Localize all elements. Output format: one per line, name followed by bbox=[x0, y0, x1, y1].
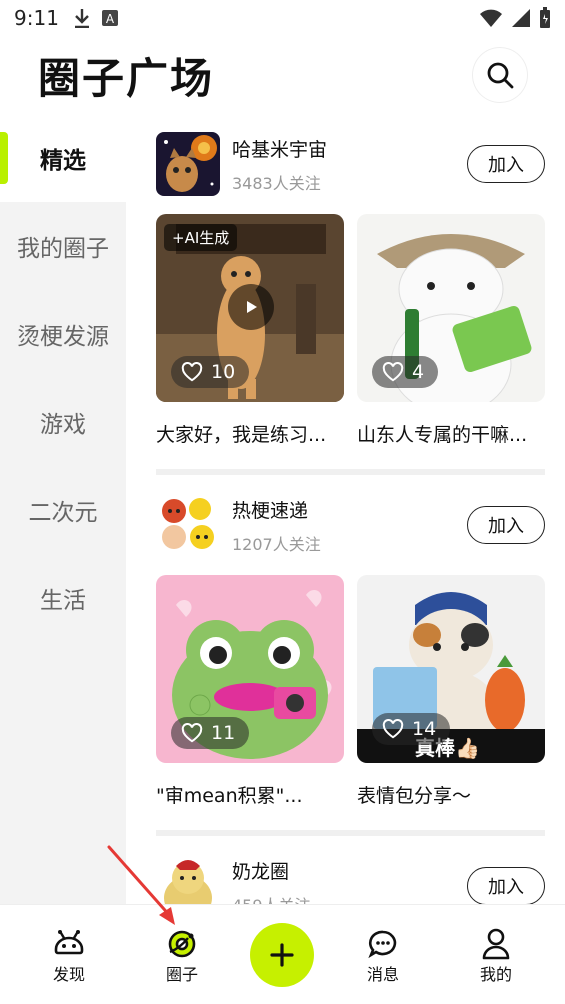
like-count-badge[interactable]: 11 bbox=[171, 717, 250, 749]
circle-followers: 3483人关注 bbox=[232, 173, 321, 193]
sidebar-item-featured[interactable]: 精选 bbox=[0, 114, 126, 202]
wifi-icon bbox=[480, 9, 502, 27]
post-card[interactable]: 真棒👍🏻 14 表情包分享～ bbox=[357, 575, 545, 808]
sidebar-item-acg[interactable]: 二次元 bbox=[0, 466, 126, 554]
nav-discover[interactable]: 发现 bbox=[29, 927, 109, 985]
nav-profile[interactable]: 我的 bbox=[456, 927, 536, 985]
post-thumbnail[interactable]: +AI生成 10 bbox=[156, 214, 344, 402]
join-button[interactable]: 加入 bbox=[467, 867, 545, 904]
circle-followers: 1207人关注 bbox=[232, 534, 321, 554]
circle-name: 哈基米宇宙 bbox=[232, 138, 328, 161]
nav-messages[interactable]: 消息 bbox=[343, 927, 423, 985]
sidebar-item-label: 烫梗发源 bbox=[17, 324, 109, 350]
like-count: 11 bbox=[211, 722, 236, 744]
signal-icon bbox=[512, 9, 530, 27]
status-bar: 9:11 A bbox=[0, 0, 565, 36]
circle-avatar bbox=[156, 493, 220, 557]
circle-avatar bbox=[156, 854, 220, 904]
heart-icon bbox=[181, 723, 203, 743]
post-thumbnail[interactable]: 11 bbox=[156, 575, 344, 763]
circle-name: 奶龙圈 bbox=[232, 860, 290, 883]
like-count: 4 bbox=[412, 361, 425, 383]
battery-icon bbox=[540, 7, 550, 28]
like-count-badge[interactable]: 10 bbox=[171, 356, 250, 388]
download-icon bbox=[74, 9, 89, 28]
nav-label: 消息 bbox=[366, 965, 399, 984]
circle-header[interactable]: 热梗速递 1207人关注 加入 bbox=[156, 475, 545, 575]
like-count-badge[interactable]: 4 bbox=[372, 356, 439, 388]
ai-generated-tag: +AI生成 bbox=[164, 224, 238, 251]
sidebar-item-games[interactable]: 游戏 bbox=[0, 378, 126, 466]
sidebar-item-life[interactable]: 生活 bbox=[0, 554, 126, 642]
heart-icon bbox=[382, 719, 404, 739]
sidebar-item-label: 精选 bbox=[40, 148, 86, 174]
post-thumbnail[interactable]: 4 bbox=[357, 214, 545, 402]
post-title: 大家好，我是练习... bbox=[156, 424, 327, 446]
planet-icon bbox=[168, 930, 196, 958]
circle-card: 热梗速递 1207人关注 加入 11 "审mean积累"... 真棒👍🏻 14 … bbox=[126, 475, 565, 836]
post-title: 表情包分享～ bbox=[357, 785, 472, 807]
like-count: 10 bbox=[211, 361, 236, 383]
post-title: 山东人专属的干嘛... bbox=[357, 424, 528, 446]
sidebar-item-label: 游戏 bbox=[40, 412, 86, 438]
status-time: 9:11 bbox=[14, 6, 59, 30]
circle-avatar bbox=[156, 132, 220, 196]
circle-header[interactable]: 哈基米宇宙 3483人关注 加入 bbox=[156, 114, 545, 214]
sidebar-item-label: 生活 bbox=[40, 588, 86, 614]
circle-card: 哈基米宇宙 3483人关注 加入 +AI生成 10 大家好，我是练习... 4 … bbox=[126, 114, 565, 475]
post-card[interactable]: 11 "审mean积累"... bbox=[156, 575, 344, 808]
post-thumbnail[interactable]: 真棒👍🏻 14 bbox=[357, 575, 545, 763]
svg-text:A: A bbox=[106, 12, 115, 26]
circle-followers: 459人关注 bbox=[232, 892, 311, 905]
nav-circles[interactable]: 圈子 bbox=[142, 927, 222, 985]
heart-icon bbox=[181, 362, 203, 382]
circle-name: 热梗速递 bbox=[232, 499, 309, 522]
post-card[interactable]: 4 山东人专属的干嘛... bbox=[357, 214, 545, 447]
join-button[interactable]: 加入 bbox=[467, 145, 545, 183]
robot-icon bbox=[54, 930, 84, 955]
chat-bubble-icon bbox=[368, 930, 397, 959]
join-button[interactable]: 加入 bbox=[467, 506, 545, 544]
search-icon bbox=[487, 62, 514, 89]
category-sidebar: 精选 我的圈子 烫梗发源 游戏 二次元 生活 bbox=[0, 114, 126, 904]
sidebar-item-meme-origin[interactable]: 烫梗发源 bbox=[0, 290, 126, 378]
post-card[interactable]: +AI生成 10 大家好，我是练习... bbox=[156, 214, 344, 447]
person-icon bbox=[482, 928, 510, 960]
post-title: "审mean积累"... bbox=[156, 785, 303, 807]
text-icon: A bbox=[101, 10, 118, 26]
sidebar-item-label: 我的圈子 bbox=[17, 236, 109, 262]
play-icon bbox=[247, 301, 257, 313]
app-header: 圈子广场 bbox=[0, 36, 565, 114]
like-count-badge[interactable]: 14 bbox=[372, 713, 451, 745]
play-button[interactable] bbox=[228, 284, 274, 330]
sidebar-item-label: 二次元 bbox=[28, 500, 98, 526]
sidebar-item-my-circles[interactable]: 我的圈子 bbox=[0, 202, 126, 290]
search-button[interactable] bbox=[473, 48, 527, 102]
page-title: 圈子广场 bbox=[38, 53, 215, 103]
bottom-navigation: 发现 圈子 消息 我的 bbox=[0, 904, 565, 1004]
plus-icon bbox=[270, 943, 294, 967]
circle-card: 奶龙圈 459人关注 加入 bbox=[126, 836, 565, 904]
nav-label: 我的 bbox=[479, 965, 512, 984]
heart-icon bbox=[382, 362, 404, 382]
like-count: 14 bbox=[412, 718, 437, 740]
nav-label: 发现 bbox=[52, 965, 85, 984]
circle-feed: 哈基米宇宙 3483人关注 加入 +AI生成 10 大家好，我是练习... 4 … bbox=[126, 114, 565, 904]
create-post-button[interactable] bbox=[250, 923, 314, 987]
circle-header[interactable]: 奶龙圈 459人关注 加入 bbox=[156, 836, 545, 904]
nav-label: 圈子 bbox=[165, 965, 198, 984]
